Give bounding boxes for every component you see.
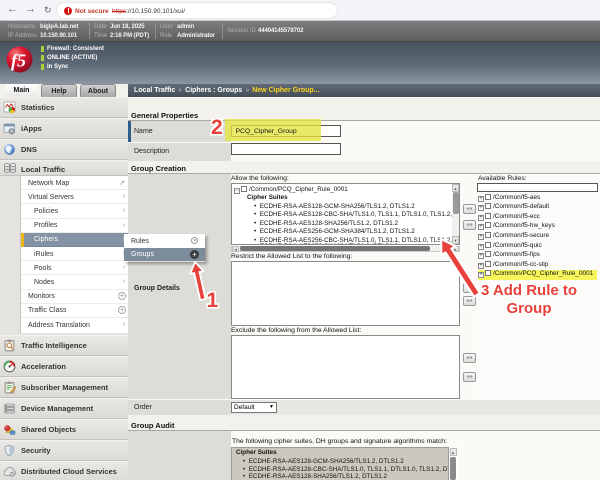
svg-text:f5: f5 <box>11 51 26 71</box>
